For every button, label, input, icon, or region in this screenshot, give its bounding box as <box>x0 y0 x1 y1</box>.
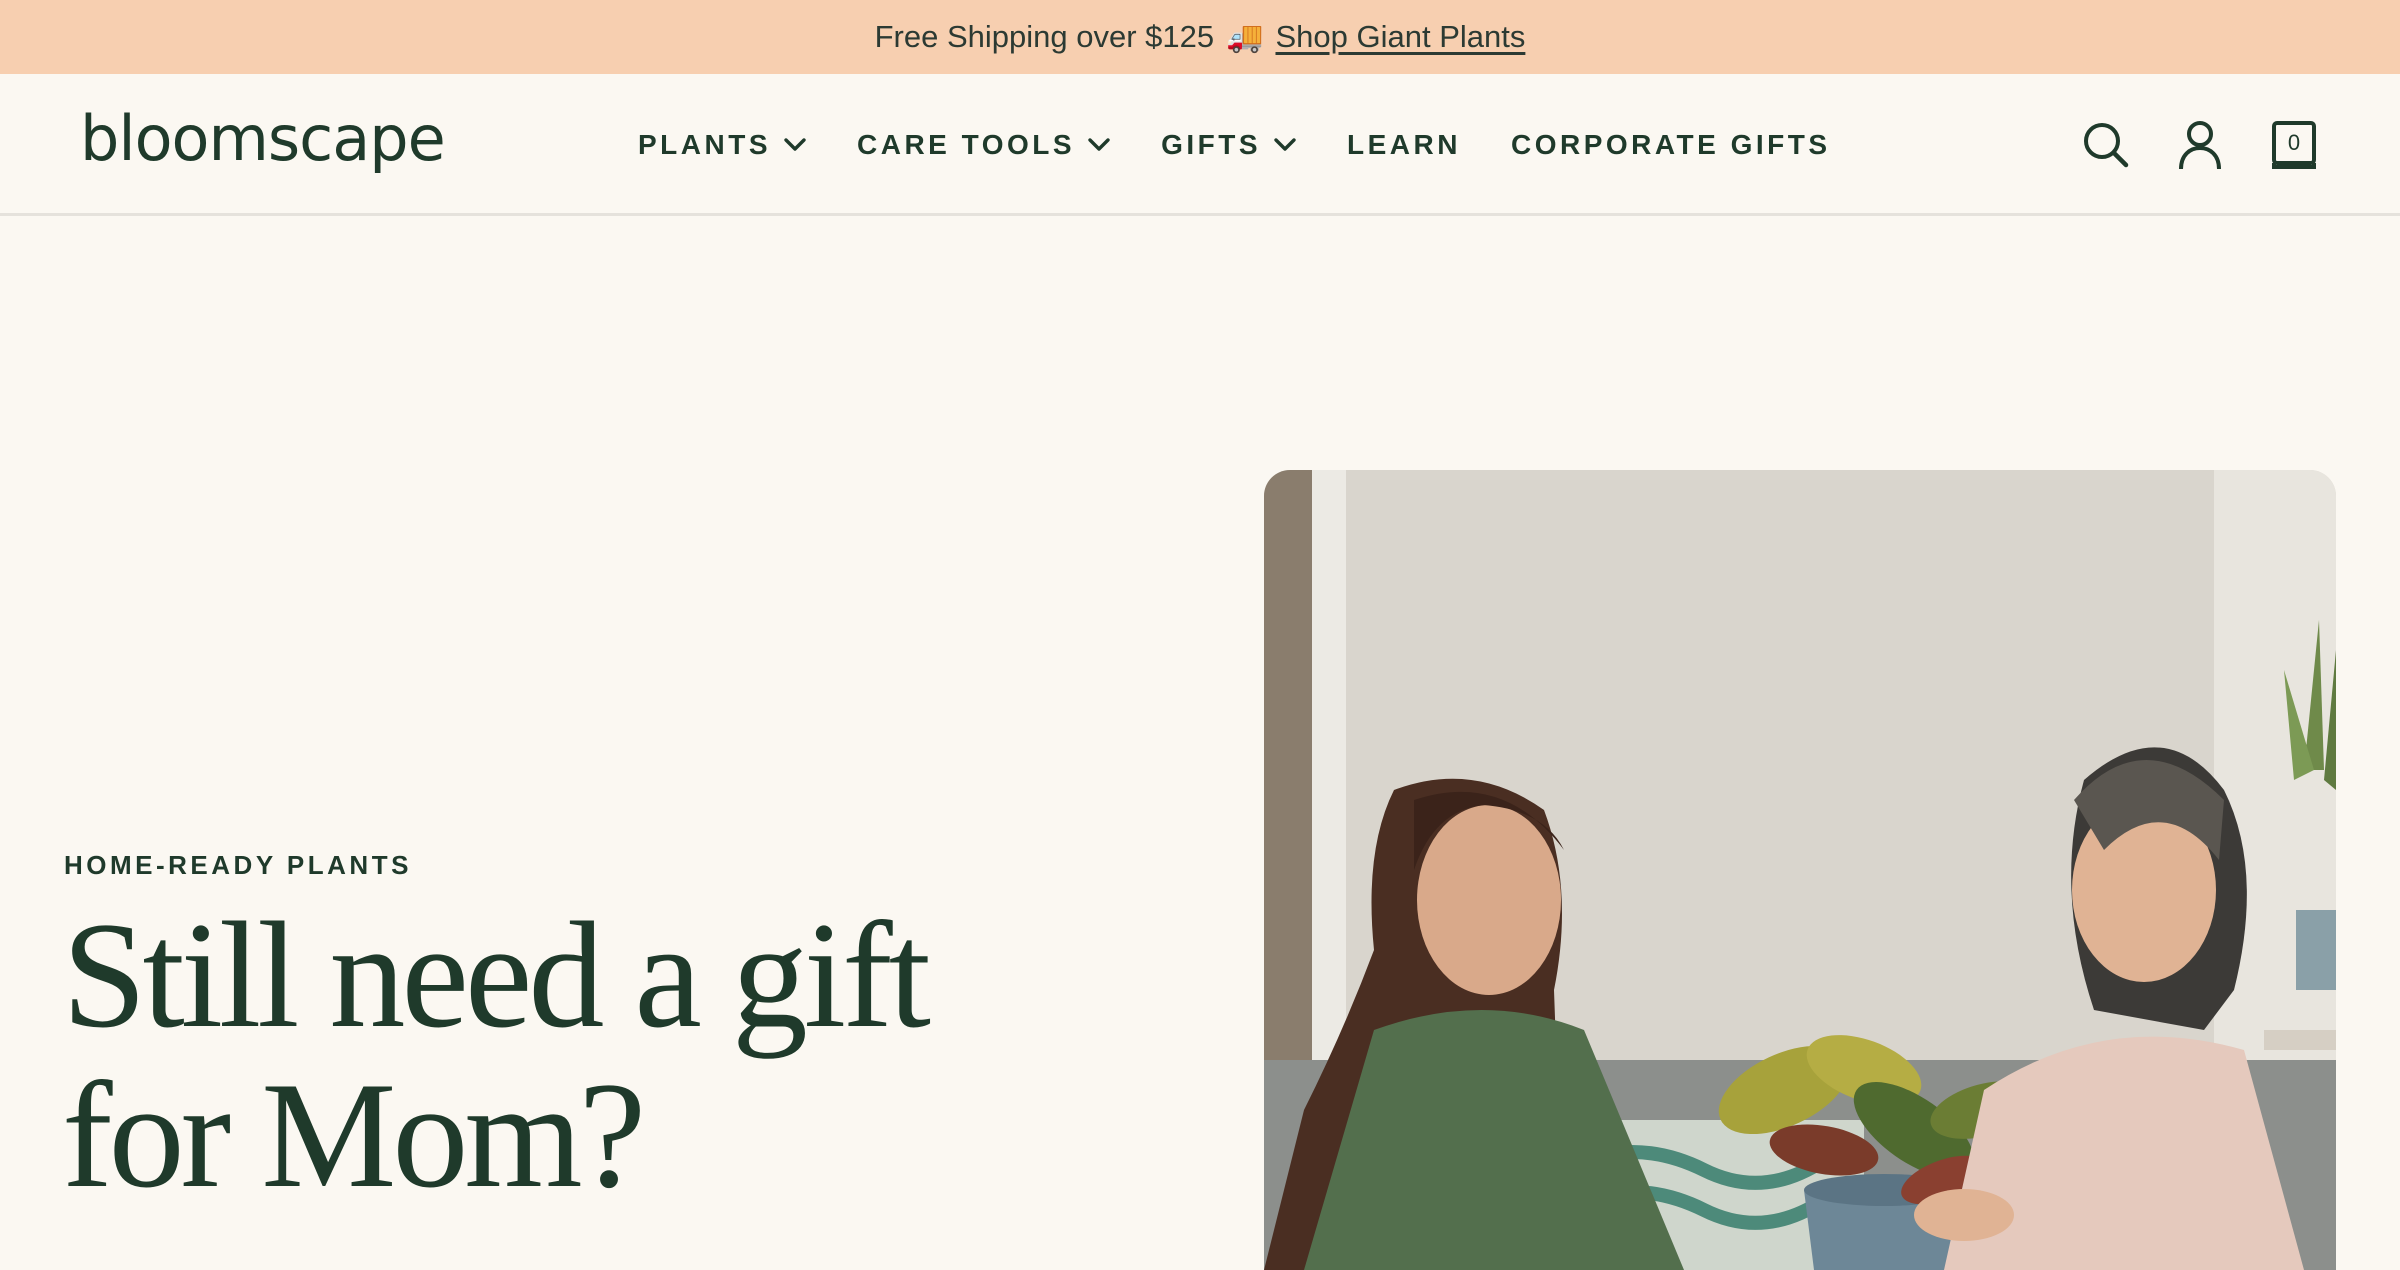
chevron-down-icon <box>784 138 806 151</box>
site-header: bloomscape PLANTS CARE TOOLS GIFTS LEARN… <box>0 74 2400 216</box>
search-button[interactable] <box>2078 117 2134 173</box>
nav-label: CARE TOOLS <box>857 129 1076 160</box>
nav-label: LEARN <box>1347 129 1461 160</box>
header-actions: 0 <box>2078 74 2322 216</box>
hero-image <box>1264 470 2336 1270</box>
chevron-down-icon <box>1274 138 1296 151</box>
account-button[interactable] <box>2172 117 2228 173</box>
nav-learn[interactable]: LEARN <box>1347 129 1461 161</box>
nav-label: CORPORATE GIFTS <box>1510 129 1831 160</box>
nav-label: GIFTS <box>1161 129 1262 160</box>
nav-label: PLANTS <box>638 129 771 160</box>
hero-eyebrow: HOME-READY PLANTS <box>64 850 412 880</box>
nav-corporate-gifts[interactable]: CORPORATE GIFTS <box>1511 129 1831 161</box>
cart-count-badge: 0 <box>2287 130 2301 155</box>
shop-giant-plants-link[interactable]: Shop Giant Plants <box>1275 19 1525 55</box>
hero-headline-line-1: Still need a gift <box>62 891 931 1059</box>
search-icon <box>2084 123 2129 168</box>
truck-icon: 🚚 <box>1226 20 1264 54</box>
account-icon <box>2179 121 2221 170</box>
nav-care-tools[interactable]: CARE TOOLS <box>857 129 1111 161</box>
main-nav: PLANTS CARE TOOLS GIFTS LEARN CORPORATE … <box>638 74 1831 216</box>
announcement-bar: Free Shipping over $125 🚚 Shop Giant Pla… <box>0 0 2400 74</box>
announcement-text: Free Shipping over $125 <box>874 19 1215 54</box>
hero-headline-line-2: for Mom? <box>62 1051 646 1219</box>
chevron-down-icon <box>1088 138 1110 151</box>
nav-gifts[interactable]: GIFTS <box>1161 129 1297 161</box>
logo[interactable]: bloomscape <box>80 102 446 175</box>
nav-plants[interactable]: PLANTS <box>638 129 807 161</box>
hero-photo-illustration <box>1264 470 2336 1270</box>
cart-button[interactable]: 0 <box>2266 117 2322 173</box>
hero-headline: Still need a gift for Mom? <box>62 895 1162 1215</box>
